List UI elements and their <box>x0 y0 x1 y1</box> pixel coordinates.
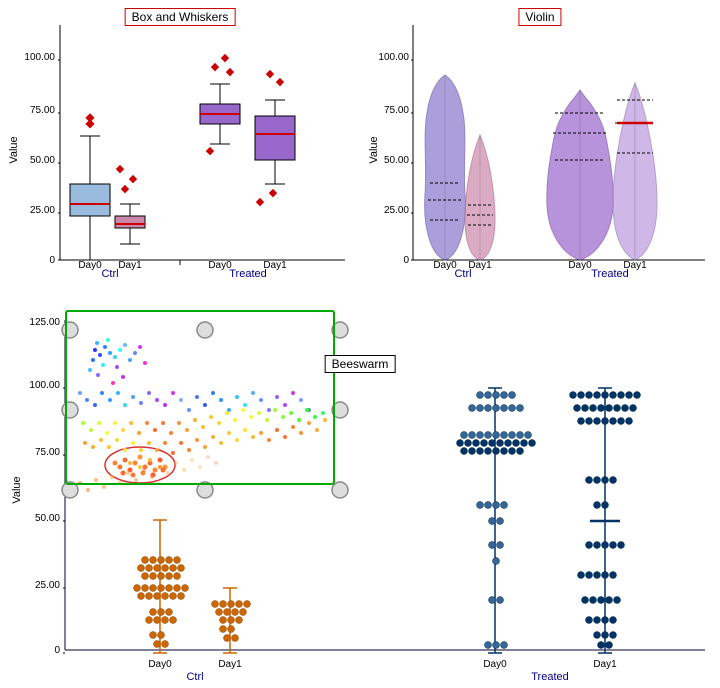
svg-text:Day0: Day0 <box>208 260 232 271</box>
svg-text:Value: Value <box>368 136 380 163</box>
svg-text:◆: ◆ <box>276 76 285 88</box>
svg-text:Value: Value <box>8 136 20 163</box>
svg-text:Day1: Day1 <box>263 260 287 271</box>
beeswarm-panel: Beeswarm 0 25.00 50.00 75.00 100.00 125.… <box>0 300 720 680</box>
svg-text:75.00: 75.00 <box>30 105 55 116</box>
svg-text:Day0: Day0 <box>483 659 507 670</box>
violin-chart: 0 25.00 50.00 75.00 100.00 Value <box>365 5 715 300</box>
svg-text:75.00: 75.00 <box>384 105 409 116</box>
svg-text:Day1: Day1 <box>218 659 242 670</box>
svg-text:Day0: Day0 <box>148 659 172 670</box>
svg-text:◆: ◆ <box>256 196 265 208</box>
svg-text:25.00: 25.00 <box>35 580 60 591</box>
svg-text:0: 0 <box>49 255 55 266</box>
svg-text:Day1: Day1 <box>468 260 492 271</box>
svg-text:100.00: 100.00 <box>378 52 409 63</box>
box-whiskers-chart: 0 25.00 50.00 75.00 100.00 Value <box>5 5 355 300</box>
svg-text:Ctrl: Ctrl <box>101 268 118 280</box>
svg-text:◆: ◆ <box>211 61 220 73</box>
svg-text:Day0: Day0 <box>78 260 102 271</box>
beeswarm-title: Beeswarm <box>325 355 396 373</box>
svg-text:50.00: 50.00 <box>384 155 409 166</box>
svg-text:Value: Value <box>11 476 23 503</box>
svg-text:◆: ◆ <box>116 163 125 175</box>
main-container: Box and Whiskers 0 25.00 50.00 75.00 100… <box>0 0 720 680</box>
svg-text:0: 0 <box>403 255 409 266</box>
svg-text:0: 0 <box>54 645 60 656</box>
svg-text:100.00: 100.00 <box>24 52 55 63</box>
svg-text:◆: ◆ <box>206 145 215 157</box>
svg-text:◆: ◆ <box>226 66 235 78</box>
svg-text:25.00: 25.00 <box>30 205 55 216</box>
violin-title: Violin <box>518 8 561 26</box>
svg-text:Day1: Day1 <box>593 659 617 670</box>
svg-text:50.00: 50.00 <box>30 155 55 166</box>
svg-text:◆: ◆ <box>129 173 138 185</box>
svg-text:Ctrl: Ctrl <box>186 671 203 683</box>
svg-text:◆: ◆ <box>221 52 230 64</box>
svg-text:50.00: 50.00 <box>35 513 60 524</box>
svg-text:100.00: 100.00 <box>29 380 60 391</box>
svg-text:Day1: Day1 <box>118 260 142 271</box>
svg-text:Day1: Day1 <box>623 260 647 271</box>
svg-text:Day0: Day0 <box>568 260 592 271</box>
violin-panel: Violin 0 25.00 50.00 75.00 100.00 Value <box>360 0 720 300</box>
box-whiskers-title: Box and Whiskers <box>125 8 236 26</box>
svg-text:◆: ◆ <box>269 187 278 199</box>
svg-text:Treated: Treated <box>229 268 267 280</box>
svg-text:◆: ◆ <box>266 68 275 80</box>
svg-text:Day0: Day0 <box>433 260 457 271</box>
svg-text:◆: ◆ <box>85 116 95 130</box>
svg-text:Treated: Treated <box>531 671 569 683</box>
svg-text:25.00: 25.00 <box>384 205 409 216</box>
svg-text:75.00: 75.00 <box>35 447 60 458</box>
svg-text:125.00: 125.00 <box>29 317 60 328</box>
box-whiskers-panel: Box and Whiskers 0 25.00 50.00 75.00 100… <box>0 0 360 300</box>
